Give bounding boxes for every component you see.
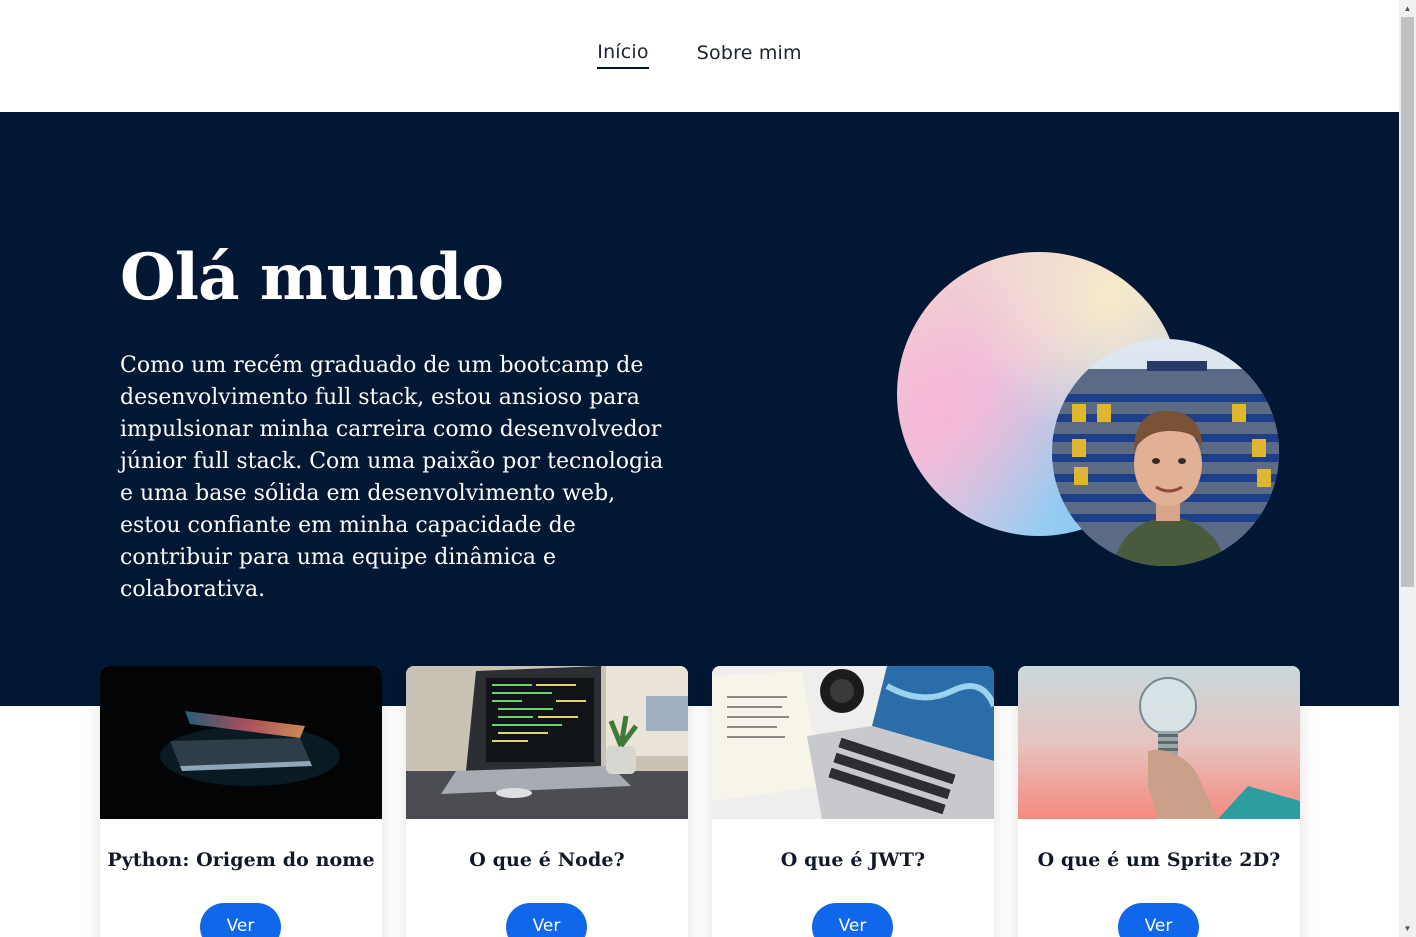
post-card-title: O que é um Sprite 2D? (1037, 849, 1281, 871)
vertical-scrollbar[interactable]: ▲ ▼ (1399, 0, 1416, 937)
scroll-up-icon[interactable]: ▲ (1399, 0, 1416, 17)
post-card-title: O que é JWT? (780, 849, 926, 871)
profile-photo (1052, 339, 1279, 566)
post-card-image-lightbulb (1018, 666, 1300, 819)
top-nav: Início Sobre mim (0, 0, 1399, 112)
post-card-image-desk (712, 666, 994, 819)
post-card-image-laptop-code (406, 666, 688, 819)
nav-link-sobre-mim[interactable]: Sobre mim (697, 42, 802, 68)
hero-description: Como um recém graduado de um bootcamp de… (120, 353, 664, 602)
nav-link-inicio[interactable]: Início (597, 41, 649, 69)
view-post-button[interactable]: Ver (1118, 903, 1199, 937)
view-post-button[interactable]: Ver (506, 903, 587, 937)
view-post-button[interactable]: Ver (200, 903, 281, 937)
post-card: O que é um Sprite 2D? Ver (1018, 666, 1300, 937)
post-card-title: Python: Origem do nome (107, 849, 375, 871)
profile-photo-illustration (1052, 339, 1279, 566)
view-post-button[interactable]: Ver (812, 903, 893, 937)
hero-title: Olá mundo (120, 240, 504, 315)
scroll-down-icon[interactable]: ▼ (1399, 920, 1416, 937)
post-card: O que é Node? Ver (406, 666, 688, 937)
post-card-image-laptop-dark (100, 666, 382, 819)
post-card: Python: Origem do nome Ver (100, 666, 382, 937)
posts-grid: Python: Origem do nome Ver O que é Node?… (100, 666, 1300, 937)
scrollbar-thumb[interactable] (1401, 17, 1414, 587)
post-card: O que é JWT? Ver (712, 666, 994, 937)
post-card-title: O que é Node? (469, 849, 625, 871)
